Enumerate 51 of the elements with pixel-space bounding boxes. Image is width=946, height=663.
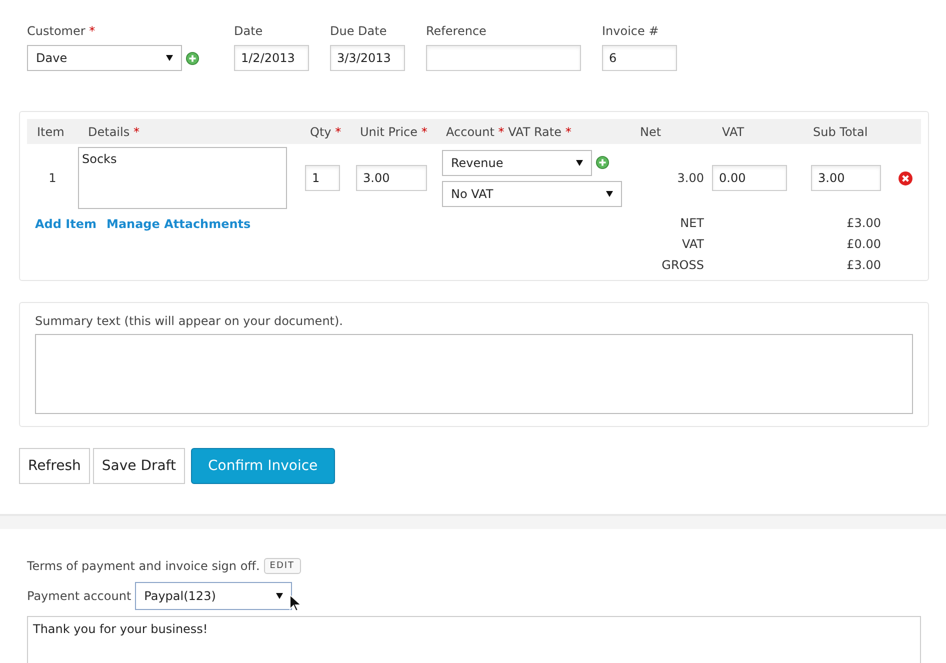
terms-label: Terms of payment and invoice sign off. [27,559,260,573]
vat-rate-select[interactable]: No VAT [442,180,622,206]
total-value: £3.00 [846,216,881,230]
delete-icon[interactable] [898,170,913,186]
caret-icon [576,160,583,166]
add-icon[interactable] [596,156,609,169]
customer-select[interactable]: Dave [27,45,182,71]
item-number: 1 [48,171,58,185]
total-label: NET [679,216,704,230]
vat-field[interactable]: 0.00 [712,165,787,191]
add-icon[interactable] [186,52,199,64]
column-header: Net [639,124,662,138]
field-label: Due Date [330,24,388,38]
action-link[interactable]: Add Item [35,217,96,272]
cursor-icon [289,594,302,612]
edit-button[interactable]: EDIT [264,558,301,574]
text-field[interactable]: 3/3/2013 [330,45,405,71]
account-select[interactable]: Revenue [442,150,592,176]
column-header: Account * VAT Rate * [445,124,572,138]
column-header: Sub Total [812,124,869,138]
field-label: Invoice # [602,24,660,38]
field-label: Date [234,24,264,38]
caret-icon [606,190,613,196]
qty-field[interactable]: 1 [305,165,340,191]
column-header: Unit Price * [359,124,428,138]
action-button[interactable]: Refresh [19,448,90,484]
column-header: Item [36,124,66,138]
payment-account-label: Payment account [27,589,132,603]
sub-total-field[interactable]: 3.00 [811,165,881,191]
column-header: VAT [721,124,746,138]
action-link[interactable]: Manage Attachments [106,217,251,272]
terms-text[interactable]: Thank you for your business! [27,616,921,663]
caret-icon [166,55,173,61]
column-header: Qty * [309,124,342,138]
total-value: £0.00 [846,237,881,251]
text-field[interactable]: 6 [602,45,677,71]
summary-label: Summary text (this will appear on your document). [35,314,344,328]
caret-icon [276,593,284,599]
text-field[interactable]: 1/2/2013 [234,45,309,71]
unit-price-field[interactable]: 3.00 [356,165,427,191]
net-amount: 3.00 [676,171,705,185]
field-label: Reference [426,24,488,38]
summary-field[interactable] [35,334,913,414]
field-label: Customer * [27,24,96,38]
column-header: Details * [87,124,140,138]
total-label: VAT [680,237,704,251]
action-button[interactable]: Save Draft [92,448,185,484]
total-label: GROSS [660,258,704,272]
details-field[interactable]: Socks [78,147,287,209]
text-field[interactable] [426,45,581,71]
total-value: £3.00 [846,258,881,272]
